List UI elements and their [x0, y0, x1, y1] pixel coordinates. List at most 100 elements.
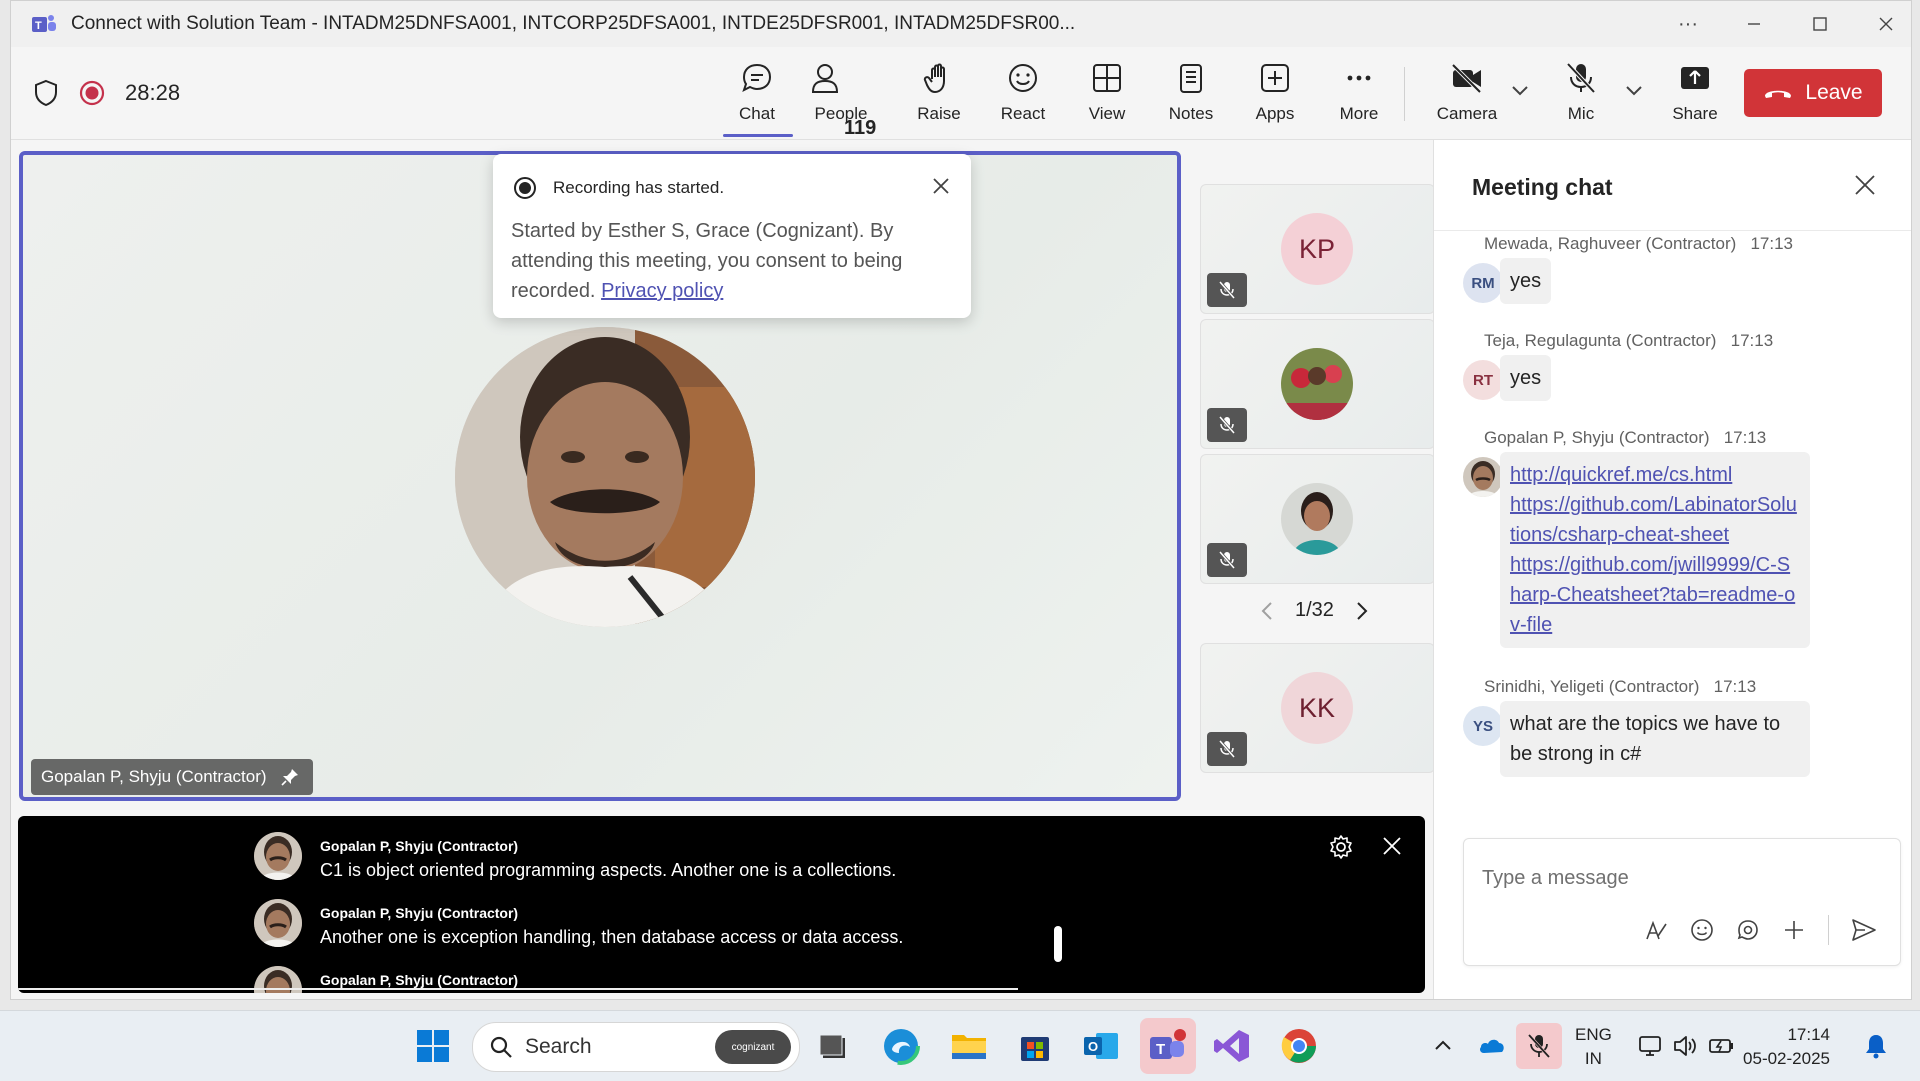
close-captions-icon[interactable] — [1382, 836, 1402, 856]
search-label: Search — [525, 1035, 592, 1058]
message-time: 17:13 — [1730, 331, 1774, 350]
hand-icon — [923, 63, 945, 93]
chat-link[interactable]: https://github.com/LabinatorSolutions/cs… — [1510, 490, 1800, 550]
minimize-button[interactable] — [1721, 1, 1787, 47]
caption-speaker: Gopalan P, Shyju (Contractor) — [320, 838, 519, 854]
participant-initials: KK — [1281, 672, 1353, 744]
notes-button[interactable]: Notes — [1153, 57, 1229, 131]
svg-text:O: O — [1088, 1039, 1098, 1054]
view-button[interactable]: View — [1069, 57, 1145, 131]
message-meta: Srinidhi, Yeligeti (Contractor) 17:13 — [1484, 677, 1756, 697]
mic-options-chevron-icon[interactable] — [1625, 85, 1643, 97]
close-chat-icon[interactable] — [1854, 174, 1876, 196]
loop-component-icon[interactable] — [1736, 918, 1760, 942]
camera-button[interactable]: Camera — [1429, 57, 1505, 131]
teams-taskbar-icon[interactable]: T — [1140, 1018, 1196, 1074]
clock-date: 05-02-2025 — [1743, 1049, 1830, 1068]
message-avatar: RT — [1463, 360, 1503, 400]
close-toast-icon[interactable] — [931, 176, 951, 196]
participant-tile-kp[interactable]: KP — [1200, 184, 1435, 314]
leave-button[interactable]: Leave — [1744, 69, 1882, 117]
start-button[interactable] — [412, 1025, 454, 1067]
mic-off-icon — [1566, 62, 1596, 94]
system-clock[interactable]: 17:14 05-02-2025 — [1740, 1023, 1830, 1071]
battery-icon[interactable] — [1708, 1033, 1736, 1059]
compose-divider — [1828, 915, 1829, 945]
speaker-name: Gopalan P, Shyju (Contractor) — [41, 767, 267, 786]
svg-text:T: T — [35, 20, 42, 32]
edge-browser-icon[interactable] — [880, 1025, 922, 1067]
close-window-button[interactable] — [1853, 1, 1911, 47]
pin-icon[interactable] — [280, 768, 299, 786]
compose-placeholder: Type a message — [1482, 867, 1629, 889]
message-compose-box[interactable]: Type a message — [1463, 838, 1901, 966]
teams-window: T Connect with Solution Team - INTADM25D… — [10, 0, 1912, 1000]
share-button[interactable]: Share — [1657, 57, 1733, 131]
caption-speaker: Gopalan P, Shyju (Contractor) — [320, 905, 519, 921]
meeting-toolbar: 28:28 Chat People 119 Raise React View N… — [11, 47, 1911, 140]
language-indicator[interactable]: ENG IN — [1575, 1023, 1612, 1071]
react-button[interactable]: React — [985, 57, 1061, 131]
leave-label: Leave — [1805, 81, 1863, 104]
message-sender: Srinidhi, Yeligeti (Contractor) — [1484, 677, 1700, 696]
emoji-icon[interactable] — [1690, 918, 1714, 942]
react-label: React — [1000, 104, 1046, 123]
onedrive-icon[interactable] — [1478, 1035, 1506, 1055]
tray-overflow-chevron-icon[interactable] — [1434, 1039, 1452, 1051]
caption-settings-gear-icon[interactable] — [1328, 834, 1354, 860]
participant-tile-photo-1[interactable] — [1200, 319, 1435, 449]
share-label: Share — [1672, 104, 1718, 123]
send-icon[interactable] — [1851, 918, 1877, 942]
more-button[interactable]: More — [1321, 57, 1397, 131]
raise-hand-button[interactable]: Raise — [901, 57, 977, 131]
chat-active-indicator — [723, 134, 793, 137]
add-icon[interactable] — [1782, 918, 1806, 942]
toolbar-divider — [1404, 67, 1405, 121]
task-view-icon[interactable] — [812, 1025, 854, 1067]
privacy-policy-link[interactable]: Privacy policy — [601, 280, 723, 302]
format-icon[interactable] — [1644, 918, 1668, 942]
chat-link[interactable]: https://github.com/jwill9999/C-Sharp-Che… — [1510, 550, 1800, 640]
network-icon[interactable] — [1638, 1033, 1664, 1059]
message-time: 17:13 — [1723, 428, 1767, 447]
visual-studio-icon[interactable] — [1211, 1025, 1253, 1067]
microsoft-store-icon[interactable] — [1014, 1025, 1056, 1067]
taskbar-search[interactable]: Search cognizant — [472, 1022, 800, 1072]
camera-options-chevron-icon[interactable] — [1511, 85, 1529, 97]
outlook-icon[interactable]: O — [1080, 1025, 1122, 1067]
message-text: what are the topics we have to be strong… — [1510, 713, 1781, 765]
tray-mic-muted-button[interactable] — [1516, 1023, 1562, 1069]
apps-button[interactable]: Apps — [1237, 57, 1313, 131]
chat-link[interactable]: http://quickref.me/cs.html — [1510, 460, 1800, 490]
captions-scrollbar-thumb[interactable] — [1054, 926, 1062, 962]
mic-label: Mic — [1567, 104, 1595, 123]
chevron-left-icon[interactable] — [1261, 601, 1273, 621]
region-code: IN — [1584, 1049, 1602, 1068]
shield-icon[interactable] — [33, 79, 59, 107]
message-sender: Gopalan P, Shyju (Contractor) — [1484, 428, 1710, 447]
message-meta: Mewada, Raghuveer (Contractor) 17:13 — [1484, 234, 1793, 254]
mic-button[interactable]: Mic — [1543, 57, 1619, 131]
notification-bell-icon[interactable] — [1864, 1033, 1888, 1059]
participant-tile-kk[interactable]: KK — [1200, 643, 1435, 773]
message-time: 17:13 — [1713, 677, 1757, 696]
chevron-right-icon[interactable] — [1356, 601, 1368, 621]
message-bubble: what are the topics we have to be strong… — [1500, 701, 1810, 777]
volume-icon[interactable] — [1672, 1033, 1698, 1059]
teams-logo-icon: T — [32, 15, 56, 32]
people-icon — [811, 64, 839, 93]
maximize-button[interactable] — [1787, 1, 1853, 47]
message-sender: Teja, Regulagunta (Contractor) — [1484, 331, 1717, 350]
more-options-icon[interactable]: ··· — [1655, 1, 1721, 47]
mic-muted-badge — [1207, 732, 1247, 766]
chrome-icon[interactable] — [1278, 1025, 1320, 1067]
chat-button[interactable]: Chat — [719, 57, 795, 131]
message-sender: Mewada, Raghuveer (Contractor) — [1484, 234, 1737, 253]
windows-taskbar: Search cognizant O T ENG IN 17:14 05-02-… — [0, 1010, 1920, 1081]
title-bar: T Connect with Solution Team - INTADM25D… — [11, 1, 1911, 47]
participant-tile-photo-2[interactable] — [1200, 454, 1435, 584]
camera-label: Camera — [1436, 104, 1498, 123]
caption-entry: Gopalan P, Shyju (Contractor) Another on… — [254, 899, 903, 948]
file-explorer-icon[interactable] — [948, 1025, 990, 1067]
plus-square-icon — [1261, 64, 1289, 92]
